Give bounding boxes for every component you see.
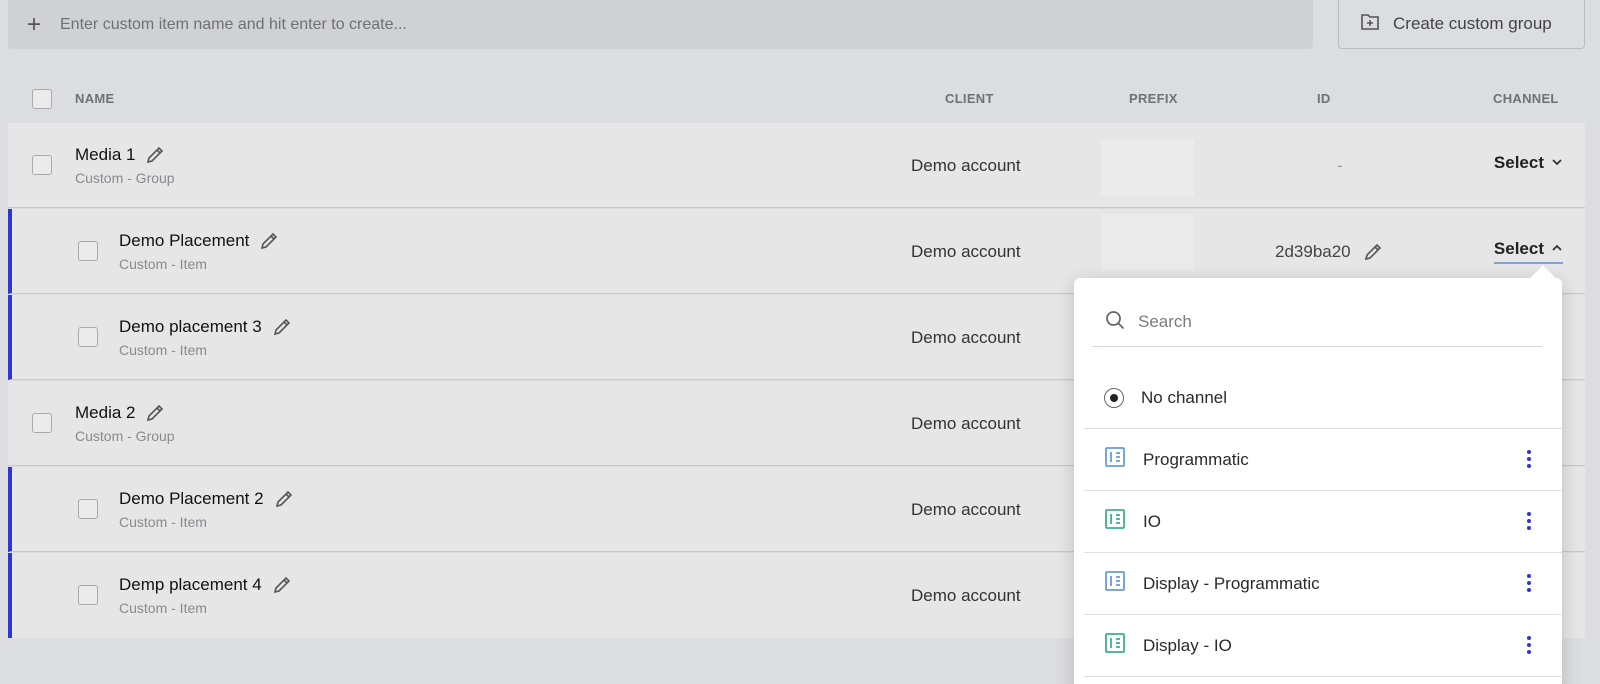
edit-pencil-icon[interactable] xyxy=(259,231,279,251)
row-name: Demo Placement 2 xyxy=(119,489,264,508)
create-item-bar[interactable]: + Enter custom item name and hit enter t… xyxy=(8,0,1313,49)
header-id[interactable]: ID xyxy=(1317,91,1331,106)
channel-icon xyxy=(1104,632,1126,659)
create-custom-group-label: Create custom group xyxy=(1393,14,1552,33)
channel-option-no-channel[interactable]: No channel xyxy=(1084,367,1562,429)
channel-option-display-io[interactable]: Display - IO xyxy=(1084,615,1562,677)
channel-icon xyxy=(1104,508,1126,535)
chevron-down-icon xyxy=(1551,153,1563,173)
row-name: Demo placement 3 xyxy=(119,317,262,336)
channel-select[interactable]: Select xyxy=(1494,153,1563,176)
row-checkbox[interactable] xyxy=(78,585,98,605)
option-label: Programmatic xyxy=(1143,449,1249,469)
row-id: - xyxy=(1337,156,1343,175)
create-custom-group-button[interactable]: Create custom group xyxy=(1338,0,1585,49)
row-type: Custom - Item xyxy=(119,600,207,616)
more-vertical-icon[interactable] xyxy=(1526,449,1532,474)
radio-selected-icon[interactable] xyxy=(1104,387,1124,408)
channel-option-programmatic[interactable]: Programmatic xyxy=(1084,429,1562,491)
edit-pencil-icon[interactable] xyxy=(145,403,165,423)
row-name: Demo Placement xyxy=(119,231,250,250)
channel-option-display-programmatic[interactable]: Display - Programmatic xyxy=(1084,553,1562,615)
prefix-field[interactable] xyxy=(1101,214,1194,270)
prefix-field[interactable] xyxy=(1101,140,1194,196)
plus-icon: + xyxy=(26,10,41,38)
header-name[interactable]: NAME xyxy=(75,91,114,106)
row-client: Demo account xyxy=(911,586,1021,605)
row-name: Media 2 xyxy=(75,403,136,422)
table-row[interactable]: Media 1 Custom - Group Demo account - Se… xyxy=(8,123,1585,208)
folder-plus-icon xyxy=(1359,11,1381,38)
row-name: Media 1 xyxy=(75,145,136,164)
edit-pencil-icon[interactable] xyxy=(145,145,165,165)
edit-pencil-icon[interactable] xyxy=(1363,242,1383,262)
row-client: Demo account xyxy=(911,414,1021,433)
channel-select[interactable]: Select xyxy=(1493,239,1563,264)
row-checkbox[interactable] xyxy=(78,241,98,261)
row-id: 2d39ba20 xyxy=(1275,242,1351,261)
row-checkbox[interactable] xyxy=(78,499,98,519)
create-item-input[interactable]: Enter custom item name and hit enter to … xyxy=(60,16,407,34)
row-checkbox[interactable] xyxy=(78,327,98,347)
row-client: Demo account xyxy=(911,500,1021,519)
header-channel[interactable]: CHANNEL xyxy=(1493,91,1559,106)
row-type: Custom - Item xyxy=(119,256,207,272)
option-label: Display - Programmatic xyxy=(1143,573,1320,593)
row-name: Demp placement 4 xyxy=(119,575,262,594)
row-checkbox[interactable] xyxy=(32,155,52,175)
row-type: Custom - Item xyxy=(119,514,207,530)
row-type: Custom - Item xyxy=(119,342,207,358)
row-type: Custom - Group xyxy=(75,170,175,186)
more-vertical-icon[interactable] xyxy=(1526,573,1532,598)
option-label: Display - IO xyxy=(1143,635,1232,655)
more-vertical-icon[interactable] xyxy=(1526,511,1532,536)
channel-icon xyxy=(1104,446,1126,473)
row-client: Demo account xyxy=(911,328,1021,347)
select-all-checkbox[interactable] xyxy=(32,89,52,109)
header-prefix[interactable]: PREFIX xyxy=(1129,91,1178,106)
row-client: Demo account xyxy=(911,156,1021,175)
edit-pencil-icon[interactable] xyxy=(274,489,294,509)
edit-pencil-icon[interactable] xyxy=(272,317,292,337)
search-icon xyxy=(1104,309,1126,336)
option-label: IO xyxy=(1143,511,1161,531)
row-checkbox[interactable] xyxy=(32,413,52,433)
chevron-up-icon xyxy=(1551,239,1563,259)
channel-select-label: Select xyxy=(1493,239,1544,258)
row-type: Custom - Group xyxy=(75,428,175,444)
channel-option-io[interactable]: IO xyxy=(1084,491,1562,553)
header-client[interactable]: CLIENT xyxy=(945,91,994,106)
channel-search-input[interactable]: Search xyxy=(1138,312,1192,332)
option-label: No channel xyxy=(1141,387,1228,407)
edit-pencil-icon[interactable] xyxy=(272,575,292,595)
row-client: Demo account xyxy=(911,242,1021,261)
table-header: NAME CLIENT PREFIX ID CHANNEL xyxy=(8,80,1585,118)
more-vertical-icon[interactable] xyxy=(1526,635,1532,660)
channel-select-label: Select xyxy=(1493,153,1544,172)
channel-search[interactable]: Search xyxy=(1092,298,1542,347)
channel-dropdown: Search No channel Programmatic IO Displa… xyxy=(1074,265,1562,684)
channel-icon xyxy=(1104,570,1126,597)
